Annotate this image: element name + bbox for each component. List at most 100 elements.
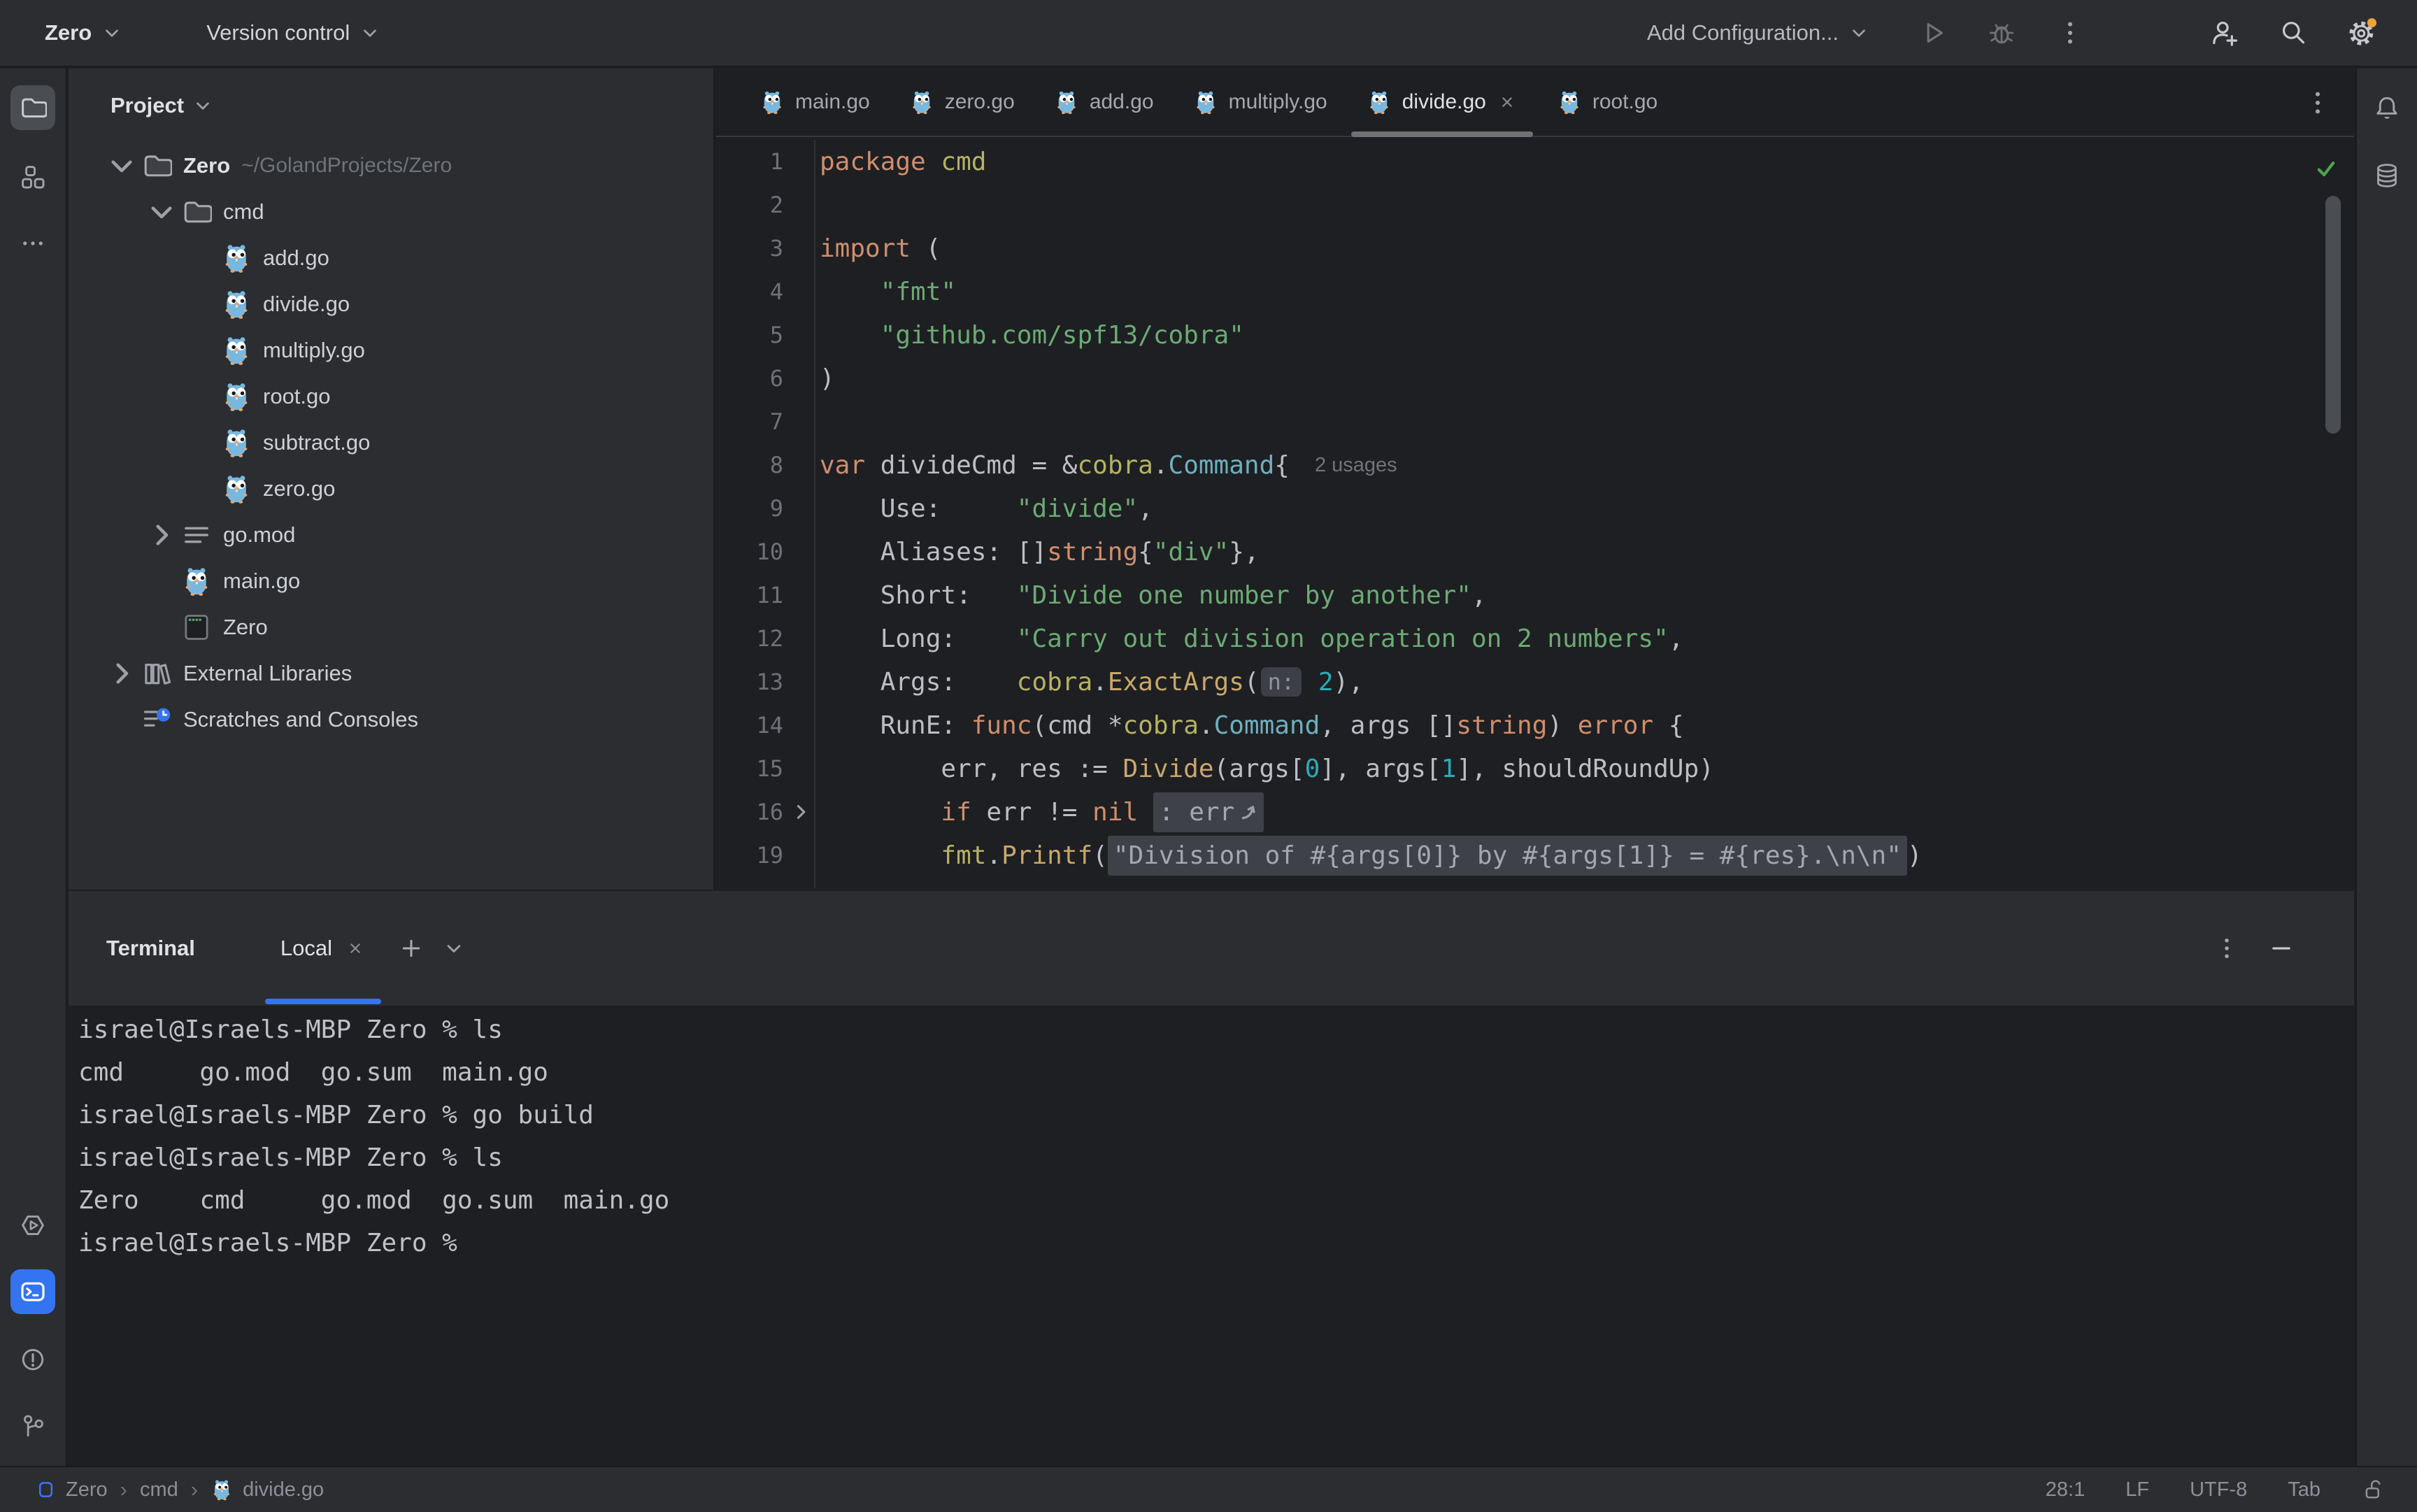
code-line-1: 1package cmd: [716, 140, 2354, 183]
status-widget-utf-8[interactable]: UTF-8: [2190, 1478, 2247, 1502]
line-number: 9: [716, 495, 783, 522]
usages-hint[interactable]: 2 usages: [1315, 454, 1397, 477]
code-token: [926, 148, 941, 176]
project-widget[interactable]: Zero: [45, 20, 124, 45]
tree-item-external-libraries[interactable]: External Libraries: [69, 650, 713, 697]
fold-column: [783, 530, 815, 573]
tree-item-multiply-go[interactable]: multiply.go: [69, 327, 713, 373]
project-panel-header[interactable]: Project: [69, 69, 713, 143]
tree-indent: [182, 383, 221, 411]
line-number: 10: [716, 539, 783, 565]
tree-item-divide-go[interactable]: divide.go: [69, 281, 713, 327]
code-token: .: [1092, 668, 1108, 697]
close-icon[interactable]: [345, 938, 366, 959]
chevron-right-icon[interactable]: [142, 521, 181, 549]
database-icon: [2373, 162, 2401, 190]
database-tool-button[interactable]: [2365, 153, 2409, 198]
chevron-down-icon[interactable]: [102, 152, 141, 180]
tree-item-subtract-go[interactable]: subtract.go: [69, 420, 713, 466]
close-icon[interactable]: [1497, 92, 1518, 113]
editor-tab-add-go[interactable]: add.go: [1034, 69, 1174, 136]
problems-tool-button[interactable]: [10, 1337, 55, 1382]
code-editor[interactable]: 1package cmd23import (4 "fmt"5 "github.c…: [716, 137, 2354, 888]
code-text: RunE: func(cmd *cobra.Command, args []st…: [815, 711, 1684, 740]
tree-item-main-go[interactable]: main.go: [69, 558, 713, 604]
code-token: var: [820, 451, 865, 480]
terminal-tab-local[interactable]: Local: [265, 891, 381, 1006]
line-number: 8: [716, 452, 783, 478]
more-tools-button[interactable]: [10, 221, 55, 266]
tree-item-go-mod[interactable]: go.mod: [69, 512, 713, 558]
minimize-panel-button[interactable]: [2267, 934, 2295, 962]
search-button[interactable]: [2278, 17, 2309, 48]
go-gopher-icon: [221, 427, 252, 458]
code-line-4: 4 "fmt": [716, 270, 2354, 313]
tree-item-zero-go[interactable]: zero.go: [69, 466, 713, 512]
tree-item-scratches-and-consoles[interactable]: Scratches and Consoles: [69, 697, 713, 743]
terminal-dropdown-button[interactable]: [441, 936, 466, 961]
breadcrumb-label: Zero: [66, 1478, 108, 1502]
editor-tab-main-go[interactable]: main.go: [740, 69, 890, 136]
more-actions-button[interactable]: [2055, 17, 2086, 48]
tree-indent: [182, 290, 221, 318]
line-number: 11: [716, 582, 783, 608]
go-gopher-icon: [1193, 90, 1218, 115]
tab-options-button[interactable]: [2302, 87, 2333, 118]
terminal-title[interactable]: Terminal: [106, 936, 195, 961]
version-control-tool-button[interactable]: [10, 1404, 55, 1448]
debug-button[interactable]: [1986, 17, 2017, 48]
notifications-button[interactable]: [2365, 85, 2409, 130]
structure-tool-button[interactable]: [10, 155, 55, 199]
vcs-widget[interactable]: Version control: [206, 20, 382, 45]
settings-button[interactable]: [2346, 17, 2377, 48]
project-tool-button[interactable]: [10, 85, 55, 130]
code-token: ),: [1334, 668, 1364, 697]
terminal-line: israel@Israels-MBP Zero % ls: [78, 1008, 2354, 1051]
breadcrumb-item-zero[interactable]: Zero: [36, 1478, 108, 1502]
code-token: divideCmd = &: [865, 451, 1077, 480]
editor-tab-zero-go[interactable]: zero.go: [890, 69, 1034, 136]
editor-tab-multiply-go[interactable]: multiply.go: [1174, 69, 1347, 136]
run-configuration-selector[interactable]: Add Configuration...: [1647, 20, 1871, 45]
folded-region[interactable]: : err: [1153, 792, 1264, 832]
tree-item-zero[interactable]: Zero: [69, 604, 713, 650]
line-number: 13: [716, 669, 783, 695]
editor-tab-divide-go[interactable]: divide.go: [1347, 69, 1537, 136]
inspections-ok-icon[interactable]: [2313, 156, 2339, 181]
status-widget-lf[interactable]: LF: [2125, 1478, 2149, 1502]
lock-open-icon[interactable]: [2361, 1477, 2386, 1502]
tree-item-zero[interactable]: Zero~/GolandProjects/Zero: [69, 143, 713, 189]
line-number: 5: [716, 322, 783, 348]
fold-marker[interactable]: [783, 790, 815, 834]
folded-region[interactable]: "Division of #{args[0]} by #{args[1]} = …: [1108, 836, 1907, 876]
status-widget-tab[interactable]: Tab: [2288, 1478, 2320, 1502]
line-number: 16: [716, 799, 783, 825]
code-token: ExactArgs: [1108, 668, 1244, 697]
tree-indent: [142, 613, 181, 641]
breadcrumb-item-cmd[interactable]: cmd: [140, 1478, 178, 1502]
tree-indent: [102, 706, 141, 734]
status-widget-28-1[interactable]: 28:1: [2046, 1478, 2085, 1502]
tree-item-cmd[interactable]: cmd: [69, 189, 713, 235]
terminal-output[interactable]: israel@Israels-MBP Zero % lscmd go.mod g…: [69, 1006, 2354, 1264]
new-terminal-tab-button[interactable]: [398, 935, 425, 962]
terminal-tool-button[interactable]: [10, 1269, 55, 1314]
editor-scrollbar[interactable]: [2325, 196, 2341, 434]
tree-item-add-go[interactable]: add.go: [69, 235, 713, 281]
terminal-options-button[interactable]: [2213, 934, 2241, 962]
add-user-button[interactable]: [2209, 17, 2240, 48]
terminal-header: Terminal Local: [69, 891, 2354, 1006]
code-token: ], shouldRoundUp): [1456, 755, 1713, 783]
go-gopher-icon: [221, 335, 252, 366]
tree-item-root-go[interactable]: root.go: [69, 373, 713, 420]
services-tool-button[interactable]: [10, 1203, 55, 1248]
editor-tab-root-go[interactable]: root.go: [1537, 69, 1677, 136]
chevron-right-icon[interactable]: [102, 659, 141, 687]
run-button[interactable]: [1918, 17, 1948, 48]
breadcrumb-item-divide-go[interactable]: divide.go: [211, 1478, 324, 1502]
code-token: Args:: [820, 668, 1017, 697]
go-gopher-icon: [221, 289, 252, 320]
chevron-down-icon[interactable]: [142, 198, 181, 226]
terminal-panel: Terminal Local israel@Israels-MBP Zero %…: [69, 891, 2354, 1466]
code-line-20: 20 return nil: [716, 877, 2354, 888]
